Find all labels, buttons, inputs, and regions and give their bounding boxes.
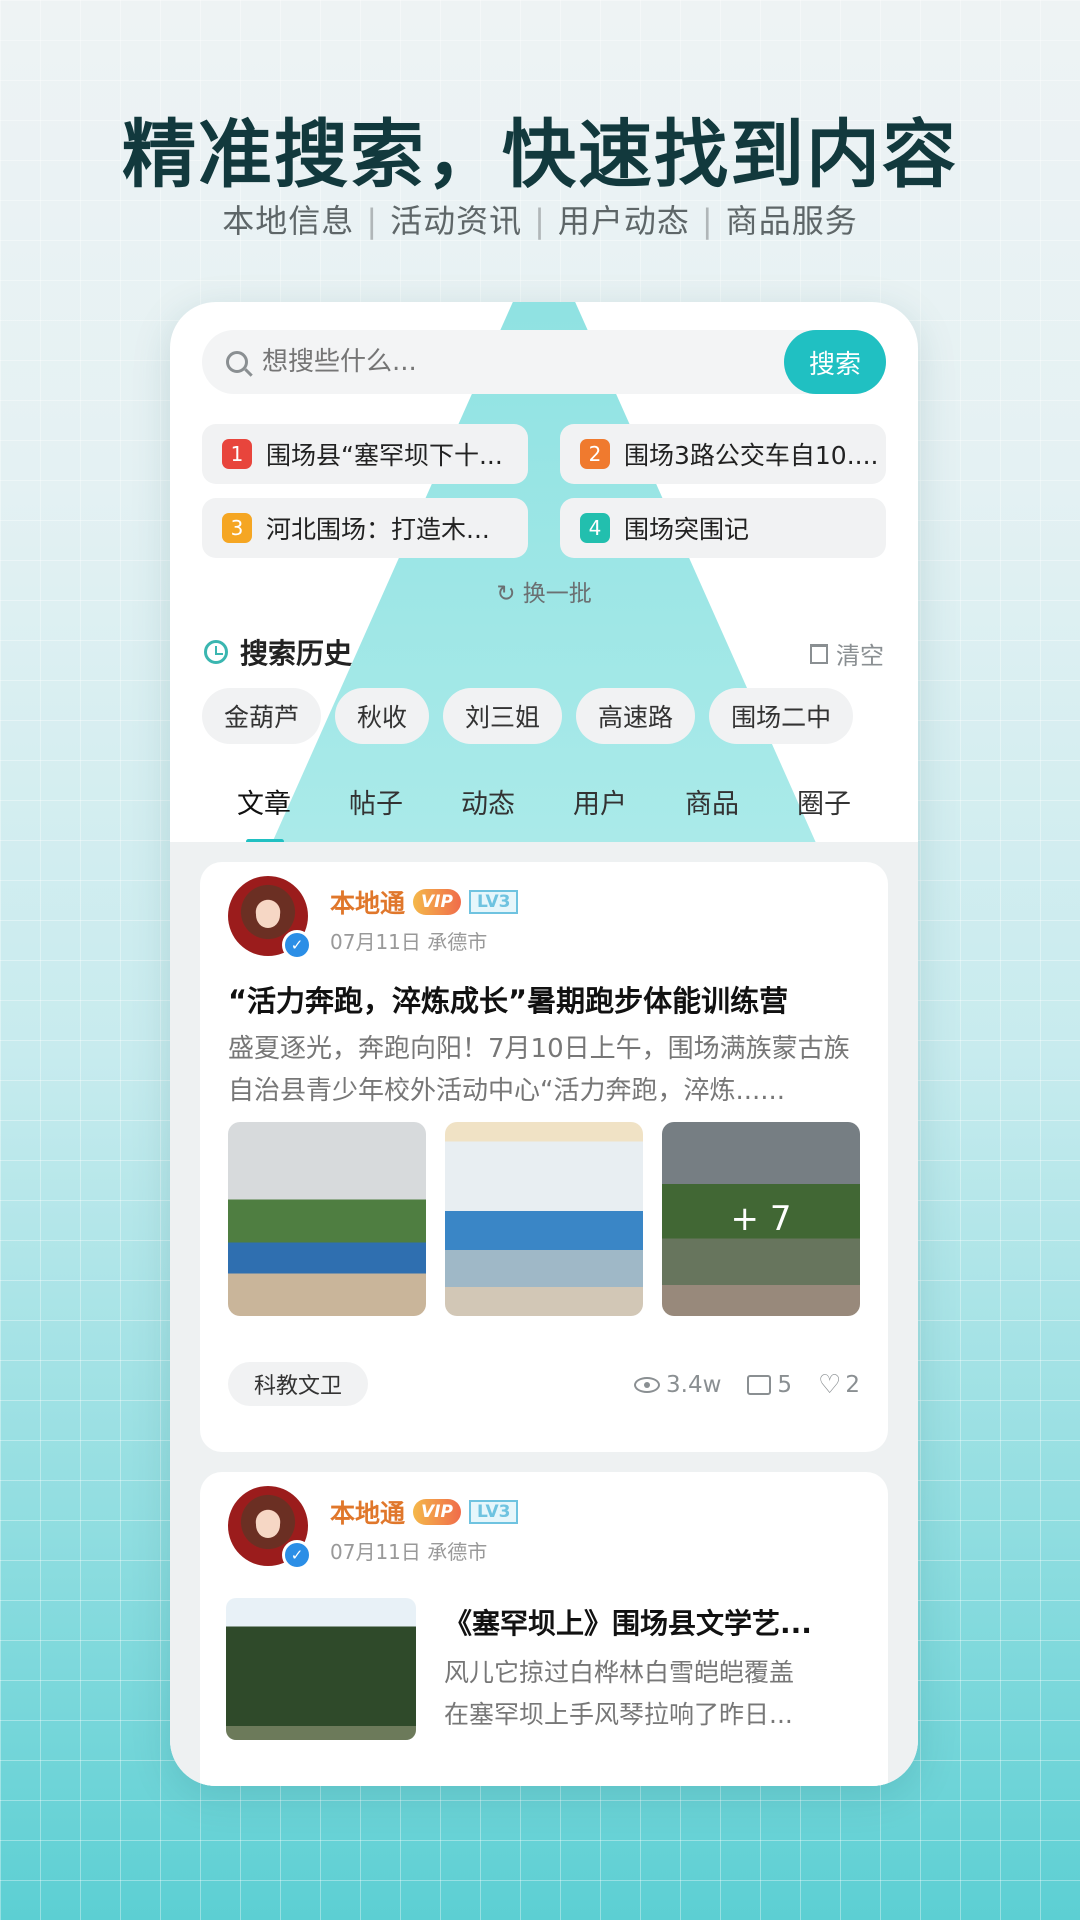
article-thumbnail[interactable] [226,1598,416,1740]
more-images-count: + 7 [662,1122,860,1316]
refresh-button[interactable]: ↻ 换一批 [170,574,918,608]
post-meta: 07月11日 承德市 [330,930,488,954]
clear-history-button[interactable]: 清空 [810,636,884,671]
level-badge: LV3 [468,890,519,914]
article-excerpt: 风儿它掠过白桦林白雪皑皑覆盖 在塞罕坝上手风琴拉响了昨日... [444,1658,795,1729]
history-chip[interactable]: 秋收 [335,688,430,744]
rank-badge: 4 [580,513,610,543]
tab-users[interactable]: 用户 [544,758,656,844]
comment-icon [747,1375,772,1395]
article-excerpt: 盛夏逐光，奔跑向阳！7月10日上午，围场满族蒙古族自治县青少年校外活动中心“活力… [228,1034,850,1106]
history-chip[interactable]: 围场二中 [709,688,854,744]
article-card[interactable]: ✓ 本地通 VIP LV3 07月11日 承德市 “活力奔跑，淬炼成长”暑期跑步体能… [200,862,888,1452]
search-panel: 搜索 1 围场县“塞罕坝下十... 2 围场3路公交车自10.... 3 河北围… [170,302,918,844]
trash-icon [810,643,828,664]
results-feed: ✓ 本地通 VIP LV3 07月11日 承德市 “活力奔跑，淬炼成长”暑期跑步体能… [170,842,918,1786]
article-card[interactable]: ✓ 本地通 VIP LV3 07月11日 承德市 《塞罕坝上》围场县文学艺... 风… [200,1472,888,1786]
article-image[interactable] [445,1122,643,1316]
hot-item[interactable]: 1 围场县“塞罕坝下十... [202,424,528,484]
search-input[interactable] [262,347,742,377]
result-tabs: 文章 帖子 动态 用户 商品 圈子 [170,758,918,844]
post-stats: 3.4w 5 ♡ 2 [634,1370,860,1400]
refresh-icon: ↻ [496,581,523,607]
subline-item: 本地信息 [222,202,355,240]
tab-posts[interactable]: 帖子 [320,758,432,844]
history-chips: 金葫芦 秋收 刘三姐 高速路 围场二中 [202,688,854,744]
hot-item[interactable]: 3 河北围场：打造木... [202,498,528,558]
author-name: 本地通 VIP LV3 [330,884,519,920]
hot-item[interactable]: 4 围场突围记 [560,498,886,558]
article-image[interactable] [228,1122,426,1316]
comments-stat[interactable]: 5 [747,1370,792,1400]
hot-item-label: 河北围场：打造木... [266,515,490,544]
history-title: 搜索历史 [204,632,352,672]
tab-articles[interactable]: 文章 [208,758,320,844]
author-name: 本地通 VIP LV3 [330,1494,519,1530]
eye-icon [634,1377,661,1393]
hot-item[interactable]: 2 围场3路公交车自10.... [560,424,886,484]
article-title[interactable]: “活力奔跑，淬炼成长”暑期跑步体能训练营 [228,978,788,1020]
history-chip[interactable]: 金葫芦 [202,688,322,744]
avatar[interactable]: ✓ [228,1486,312,1570]
history-chip[interactable]: 刘三姐 [443,688,563,744]
subline-item: 用户动态 [557,202,690,240]
rank-badge: 3 [222,513,252,543]
verified-icon: ✓ [282,1540,312,1570]
article-title[interactable]: 《塞罕坝上》围场县文学艺... [444,1602,864,1642]
hot-item-label: 围场3路公交车自10.... [624,441,879,470]
rank-badge: 1 [222,439,252,469]
category-tag[interactable]: 科教文卫 [228,1362,369,1406]
verified-icon: ✓ [282,930,312,960]
level-badge: LV3 [468,1500,519,1524]
tab-circles[interactable]: 圈子 [768,758,880,844]
post-meta: 07月11日 承德市 [330,1540,488,1564]
subline: 本地信息 | 活动资讯 | 用户动态 | 商品服务 [222,202,858,240]
article-image[interactable]: + 7 [662,1122,860,1316]
phone-frame: 搜索 1 围场县“塞罕坝下十... 2 围场3路公交车自10.... 3 河北围… [170,302,918,1786]
vip-badge: VIP [413,1499,461,1525]
views-stat: 3.4w [634,1370,721,1400]
likes-stat[interactable]: ♡ 2 [818,1370,860,1400]
heart-icon: ♡ [818,1370,842,1400]
subline-item: 活动资讯 [390,202,523,240]
rank-badge: 2 [580,439,610,469]
hot-item-label: 围场县“塞罕坝下十... [266,441,503,470]
tab-moments[interactable]: 动态 [432,758,544,844]
search-button[interactable]: 搜索 [784,330,886,394]
hot-item-label: 围场突围记 [624,515,750,544]
page-headline: 精准搜索，快速找到内容 [122,112,958,198]
search-icon [226,351,248,373]
clock-icon [204,640,228,664]
avatar[interactable]: ✓ [228,876,312,960]
history-chip[interactable]: 高速路 [576,688,696,744]
tab-products[interactable]: 商品 [656,758,768,844]
vip-badge: VIP [413,889,461,915]
subline-item: 商品服务 [725,202,858,240]
search-bar: 搜索 [202,330,886,394]
